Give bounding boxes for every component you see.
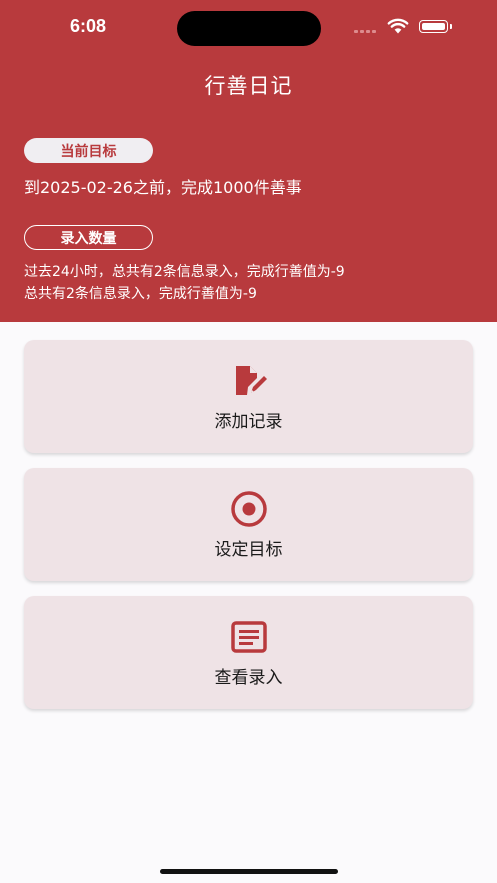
page-title: 行善日记 <box>204 74 293 98</box>
goal-text: 到2025-02-26之前，完成1000件善事 <box>24 178 302 197</box>
status-time: 6:08 <box>70 16 107 36</box>
add-record-label: 添加记录 <box>214 412 283 432</box>
cellular-signal-icon <box>354 30 376 33</box>
current-goal-badge: 当前目标 <box>24 138 153 163</box>
entry-count-total: 总共有2条信息录入，完成行善值为-9 <box>24 286 257 302</box>
set-goal-label: 设定目标 <box>214 540 283 560</box>
header-panel: 6:08 行善日记 当前目标 到2025-02-26之前，完成1000件善事 录… <box>0 0 497 322</box>
list-document-icon <box>231 621 267 653</box>
target-icon <box>231 491 267 527</box>
dynamic-island <box>177 11 321 46</box>
entry-count-24h: 过去24小时，总共有2条信息录入，完成行善值为-9 <box>24 264 345 280</box>
add-record-button[interactable]: 添加记录 <box>24 340 473 453</box>
wifi-icon <box>387 18 409 34</box>
view-entries-button[interactable]: 查看录入 <box>24 596 473 709</box>
set-goal-button[interactable]: 设定目标 <box>24 468 473 581</box>
home-indicator[interactable] <box>160 869 338 874</box>
battery-icon <box>419 20 448 33</box>
view-entries-label: 查看录入 <box>214 668 283 688</box>
entry-count-badge: 录入数量 <box>24 225 153 250</box>
edit-document-icon <box>236 366 267 395</box>
battery-tip <box>450 24 452 29</box>
